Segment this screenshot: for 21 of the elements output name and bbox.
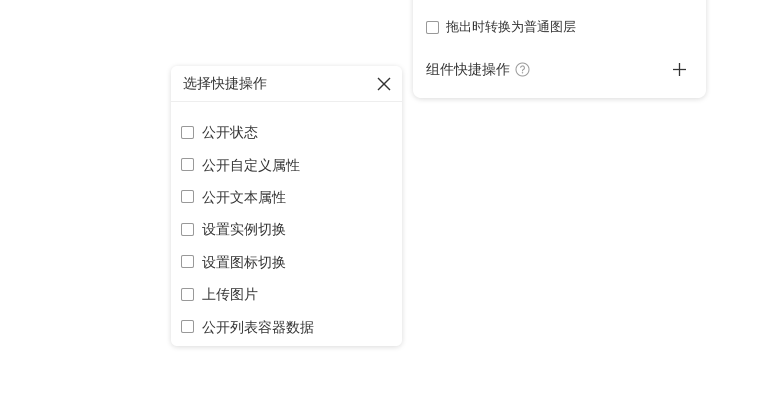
checkbox[interactable] — [181, 255, 194, 268]
checkbox[interactable] — [181, 158, 194, 172]
checkbox[interactable] — [426, 20, 439, 34]
plus-icon[interactable] — [673, 62, 686, 76]
option-label: 上传图片 — [202, 285, 258, 304]
option-label: 设置图标切换 — [202, 252, 286, 272]
option-label: 设置实例切换 — [202, 220, 286, 240]
close-icon[interactable] — [377, 76, 391, 90]
option-label: 公开状态 — [202, 123, 258, 142]
checkbox[interactable] — [181, 288, 194, 301]
checkbox[interactable] — [181, 320, 194, 334]
section-title: 组件快捷操作 — [426, 60, 510, 79]
popup-title: 选择快捷操作 — [183, 74, 267, 93]
checkbox-label: 拖出时转换为普通图层 — [446, 18, 576, 36]
checkbox[interactable] — [181, 222, 194, 236]
checkbox[interactable] — [181, 126, 194, 139]
option-label: 公开文本属性 — [202, 188, 286, 207]
option-label: 公开列表容器数据 — [202, 318, 314, 337]
option-label: 公开自定义属性 — [202, 156, 300, 175]
help-icon[interactable] — [515, 62, 530, 76]
checkbox[interactable] — [181, 190, 194, 204]
